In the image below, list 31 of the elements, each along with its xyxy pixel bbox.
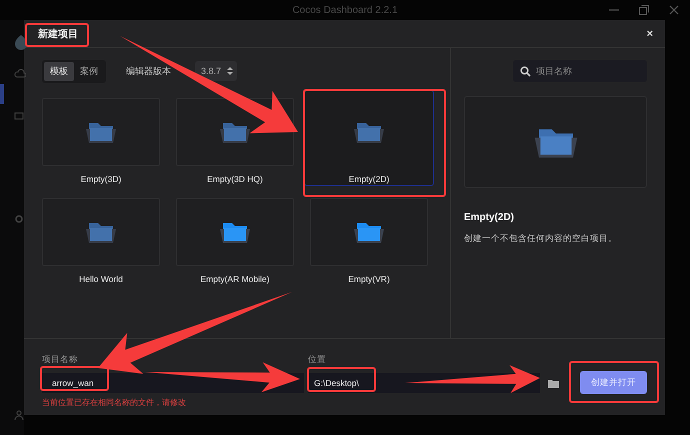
cloud-icon[interactable] [14,68,26,78]
template-name: Empty(AR Mobile) [200,274,270,284]
error-message: 当前位置已存在相同名称的文件，请修改 [42,397,187,408]
highlight-frame [307,367,376,392]
template-name: Empty(VR) [348,274,390,284]
version-label: 编辑器版本 [126,64,171,78]
template-name: Empty(3D) [80,174,122,184]
folder-icon[interactable] [548,379,559,388]
preview-description: 创建一个不包含任何内容的空白项目。 [464,233,618,245]
highlight-frame [40,366,109,391]
template-name: Empty(3D HQ) [207,174,263,184]
user-icon[interactable] [14,410,24,420]
field-label: 项目名称 [42,354,79,366]
field-label: 位置 [308,354,327,366]
close-icon[interactable] [668,4,680,16]
highlight-frame [25,23,89,47]
tab[interactable]: 模板 [44,62,74,80]
template-card[interactable]: Empty(2D) [304,90,434,186]
dialog-title: 新建项目 [38,27,78,40]
window-title: Cocos Dashboard 2.2.1 [292,4,398,16]
template-name: Hello World [79,274,123,284]
maximize-icon[interactable] [638,4,650,16]
version-select[interactable]: 3.8.7 [195,61,237,81]
close-button[interactable]: × [646,28,653,40]
logo-icon [14,34,28,50]
updown-icon [227,66,233,76]
preview-title: Empty(2D) [464,212,516,223]
search-field[interactable]: 项目名称 [513,60,647,82]
template-name: Empty(2D) [348,174,390,184]
tab[interactable]: 案例 [74,62,104,80]
monitor-icon[interactable] [14,112,24,122]
